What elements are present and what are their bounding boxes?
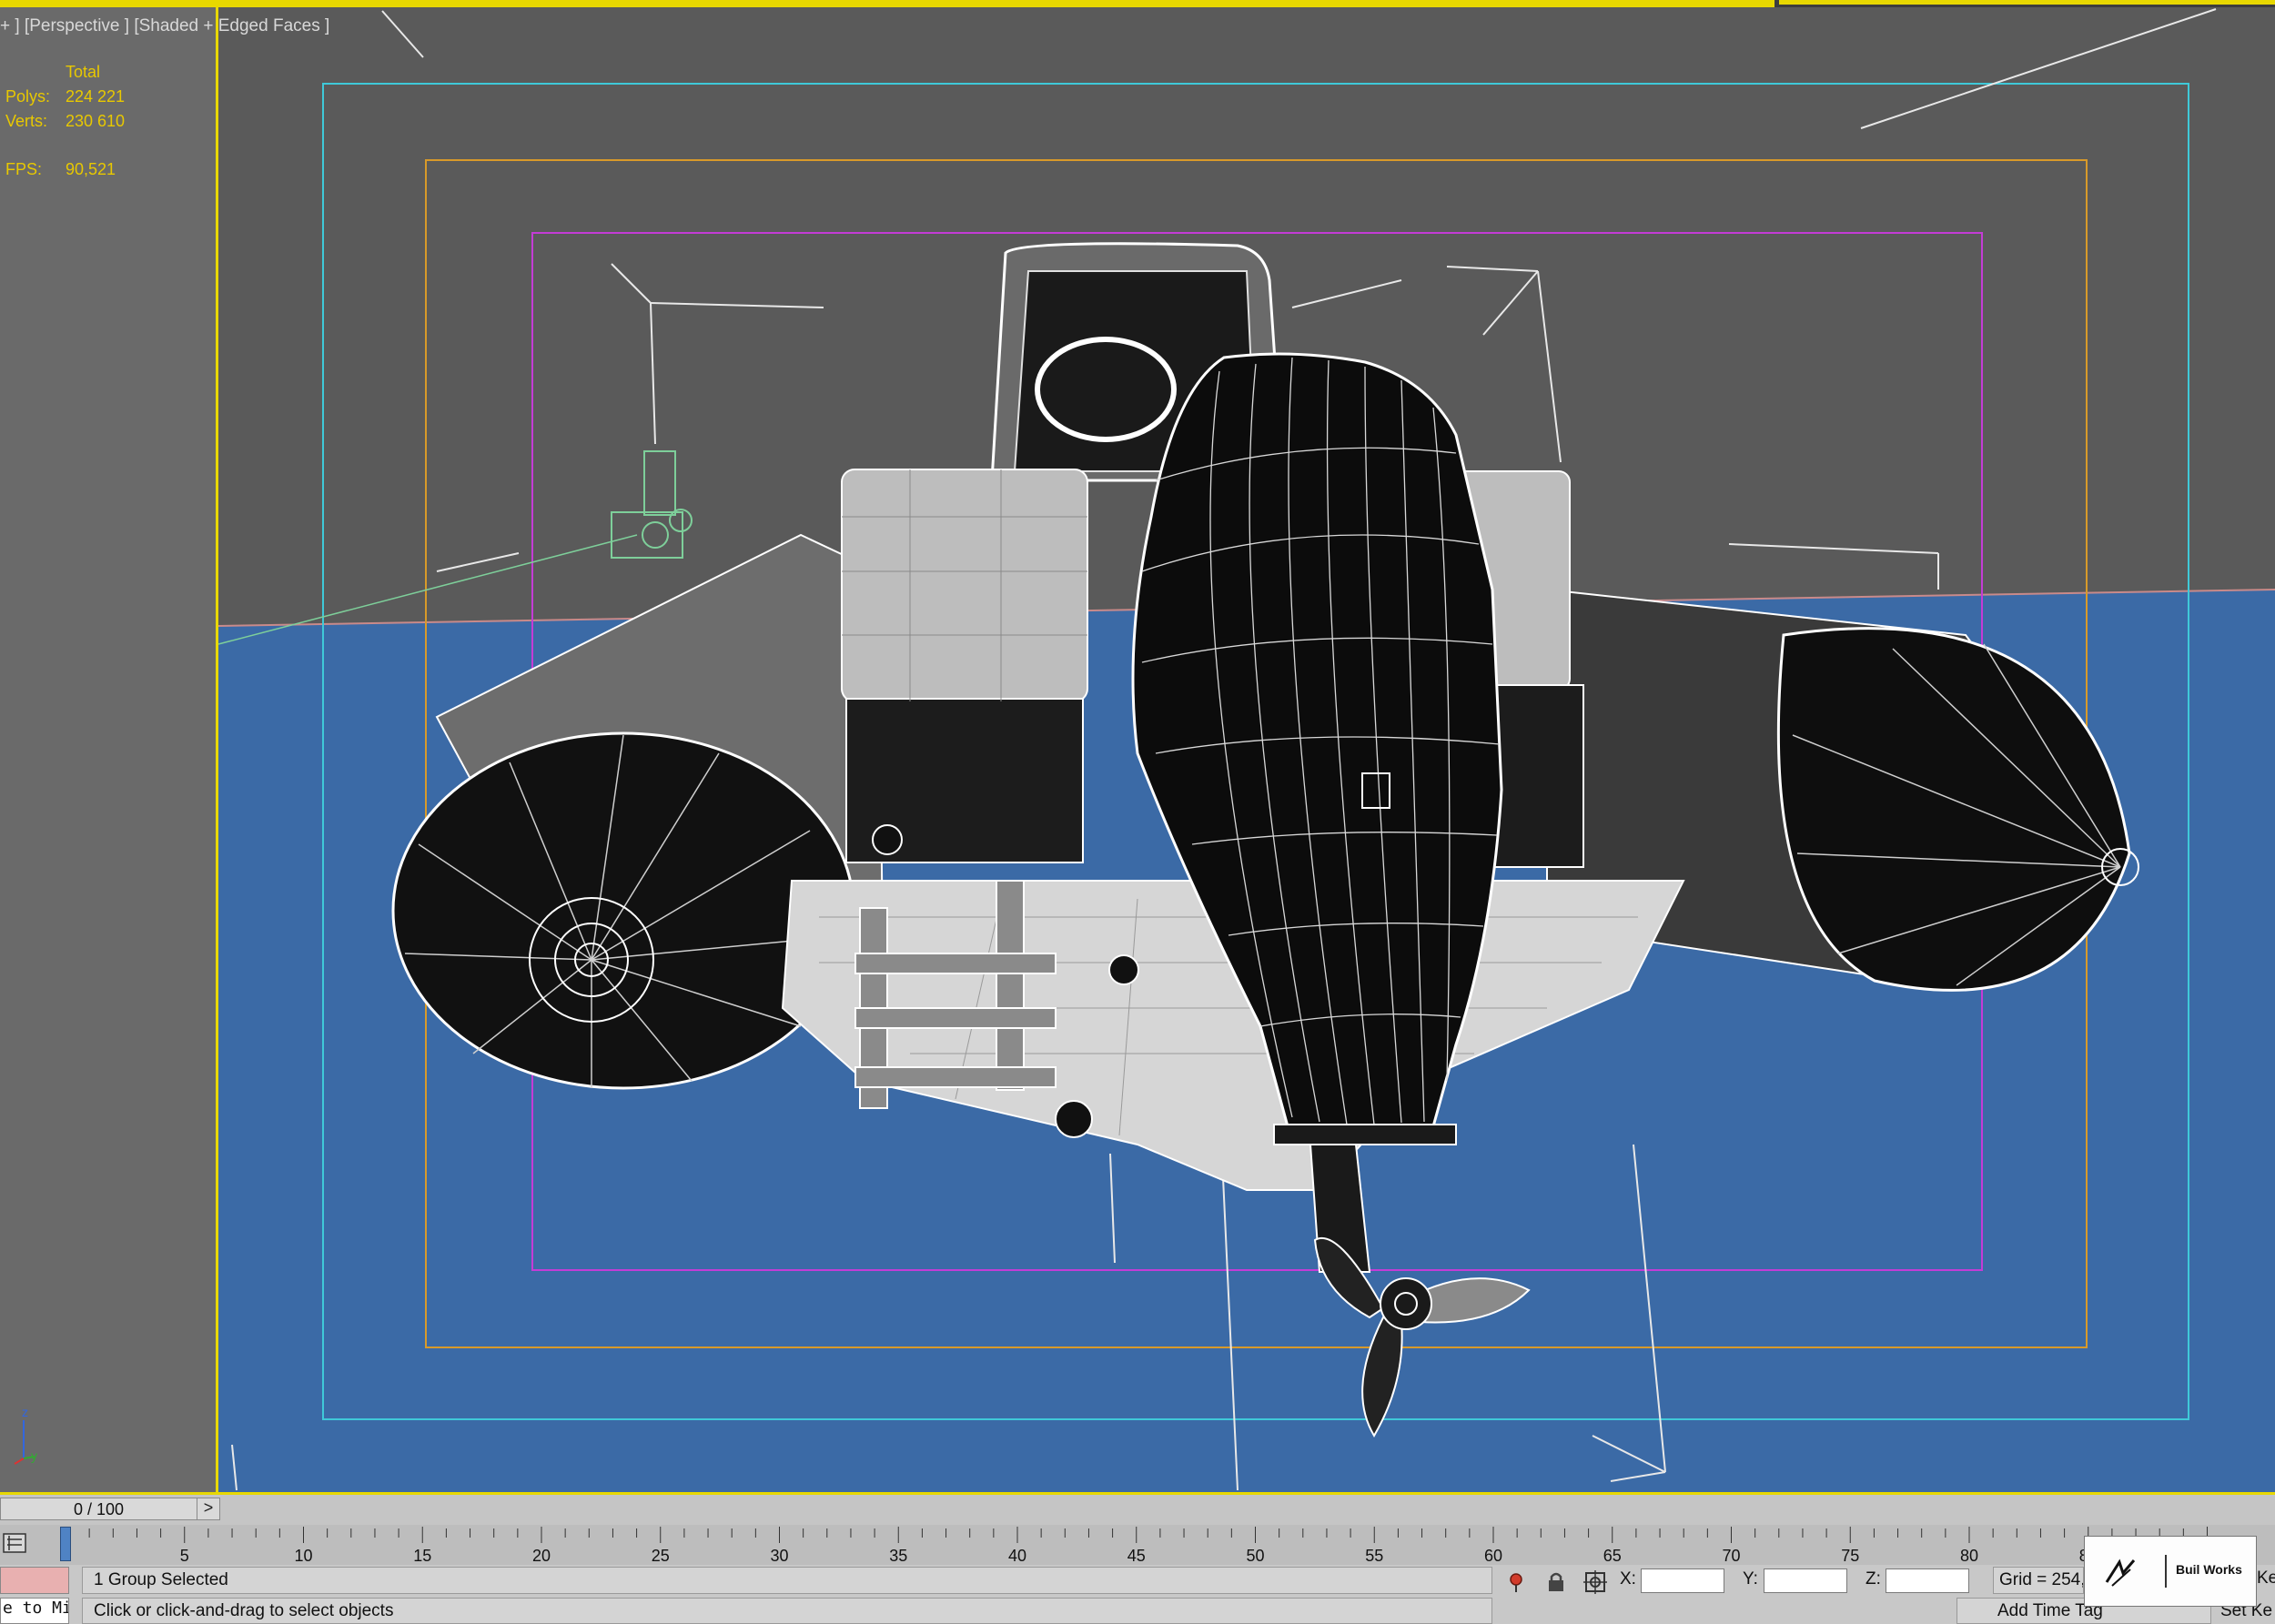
fps-label: FPS:	[5, 160, 43, 178]
watermark-separator	[2165, 1555, 2167, 1588]
frame-tick-label: 60	[1484, 1547, 1502, 1565]
frame-tick-label: 5	[180, 1547, 189, 1565]
maxscript-listener-pink[interactable]	[0, 1567, 69, 1594]
scene-render[interactable]	[0, 7, 2275, 1495]
fps-value: 90,521	[66, 160, 116, 178]
grid-size-readout: Grid = 254,0	[1993, 1567, 2084, 1594]
selection-status: 1 Group Selected	[82, 1567, 1492, 1594]
polys-label: Polys:	[5, 87, 51, 106]
perspective-viewport[interactable]: + ] [Perspective ] [Shaded + Edged Faces…	[0, 7, 2275, 1495]
y-label: Y:	[1743, 1569, 1758, 1589]
x-coordinate-input[interactable]	[1641, 1569, 1724, 1593]
x-label: X:	[1620, 1569, 1636, 1589]
absolute-mode-transform-icon[interactable]	[1583, 1570, 1607, 1594]
time-slider[interactable]: 0 / 100 >	[0, 1498, 220, 1520]
maxscript-listener-white[interactable]: e to Mi	[0, 1598, 69, 1624]
frame-tick-label: 80	[1960, 1547, 1978, 1565]
watermark-text: Buil Works	[2176, 1562, 2242, 1577]
z-coordinate-input[interactable]	[1886, 1569, 1969, 1593]
frame-tick-label: 10	[294, 1547, 312, 1565]
viewport-label[interactable]: + ] [Perspective ] [Shaded + Edged Faces…	[0, 16, 329, 36]
viewport-statistics: Total Polys: 224 221 Verts: 230 610 FPS:…	[5, 60, 125, 182]
active-viewport-border-left	[216, 7, 218, 1495]
stats-polys-row: Polys: 224 221	[5, 85, 125, 109]
frame-tick-label: 50	[1246, 1547, 1264, 1565]
prompt-line: Click or click-and-drag to select object…	[82, 1598, 1492, 1624]
polys-value: 224 221	[66, 87, 126, 106]
trackbar[interactable]: 0510152025303540455055606570758085	[0, 1525, 2275, 1565]
axis-tripod-icon: z y	[14, 1405, 37, 1465]
seat-left	[841, 469, 1088, 863]
auto-key-label[interactable]: Ke	[2257, 1569, 2275, 1589]
z-label: Z:	[1866, 1569, 1881, 1589]
frame-tick-label: 55	[1365, 1547, 1383, 1565]
frame-tick-label: 25	[652, 1547, 670, 1565]
frame-tick-label: 45	[1127, 1547, 1146, 1565]
frame-ruler[interactable]: 0510152025303540455055606570758085	[31, 1525, 2275, 1565]
frame-tick-label: 20	[532, 1547, 551, 1565]
y-coordinate-input[interactable]	[1764, 1569, 1847, 1593]
key-filter-icon[interactable]	[0, 1527, 31, 1559]
frame-tick-label: 30	[770, 1547, 788, 1565]
watermark-badge: Buil Works	[2084, 1536, 2257, 1607]
stats-header-row: Total	[5, 60, 125, 85]
stats-verts-row: Verts: 230 610	[5, 109, 125, 134]
verts-value: 230 610	[66, 112, 126, 130]
time-cursor[interactable]	[60, 1527, 71, 1561]
frame-tick-label: 70	[1722, 1547, 1740, 1565]
next-frame-button[interactable]: >	[197, 1498, 219, 1519]
selection-lock-icon[interactable]	[1544, 1570, 1568, 1594]
stats-total-header: Total	[66, 63, 101, 81]
status-bar: e to Mi 1 Group Selected Click or click-…	[0, 1565, 2275, 1624]
stats-fps-row: FPS: 90,521	[5, 157, 125, 182]
time-slider-label: 0 / 100	[73, 1500, 125, 1518]
frame-tick-label: 35	[889, 1547, 907, 1565]
active-viewport-border-top-right	[1779, 0, 2275, 5]
axis-y-label: y	[31, 1448, 37, 1463]
frame-tick-label: 40	[1008, 1547, 1026, 1565]
isolate-selection-icon[interactable]	[1504, 1570, 1528, 1594]
frame-tick-label: 65	[1603, 1547, 1622, 1565]
active-viewport-border-top	[0, 0, 1774, 7]
brand-logo-icon	[2105, 1558, 2136, 1587]
verts-label: Verts:	[5, 112, 48, 130]
axis-z-label: z	[22, 1405, 28, 1419]
frame-tick-label: 15	[413, 1547, 431, 1565]
frame-tick-label: 75	[1841, 1547, 1859, 1565]
